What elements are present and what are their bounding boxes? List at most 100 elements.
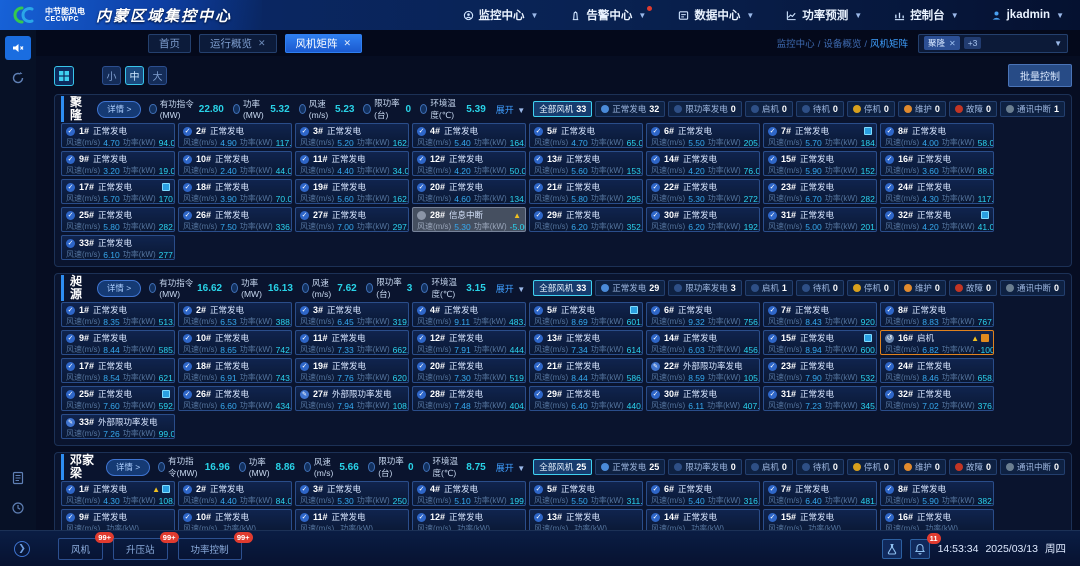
turbine-card[interactable]: 10# 正常发电 风速(m/s) 2.40 功率(kW) 44.00 [178, 151, 292, 176]
log-list-button[interactable] [5, 466, 31, 490]
menu-user-account[interactable]: jkadmin▼ [975, 0, 1080, 30]
turbine-card[interactable]: 19# 正常发电 风速(m/s) 7.76 功率(kW) 620.00 [295, 358, 409, 383]
turbine-card[interactable]: 26# 正常发电 风速(m/s) 7.50 功率(kW) 336.00 [178, 207, 292, 232]
turbine-card[interactable]: 10# 正常发电 风速(m/s) 功率(kW) [178, 509, 292, 530]
status-filter-button[interactable]: 维护 0 [898, 280, 946, 296]
turbine-card[interactable]: 14# 正常发电 风速(m/s) 4.20 功率(kW) 76.00 [646, 151, 760, 176]
turbine-card[interactable]: 12# 正常发电 风速(m/s) 4.20 功率(kW) 50.00 [412, 151, 526, 176]
substation-alarms-button[interactable]: 升压站99+ [113, 538, 168, 560]
mute-button[interactable] [5, 36, 31, 60]
turbine-card[interactable]: 30# 正常发电 风速(m/s) 6.20 功率(kW) 192.00 [646, 207, 760, 232]
turbine-card[interactable]: 3# 正常发电 风速(m/s) 5.20 功率(kW) 162.00 [295, 123, 409, 148]
turbine-card[interactable]: 8# 正常发电 风速(m/s) 4.00 功率(kW) 58.00 [880, 123, 994, 148]
expand-link[interactable]: 展开 ▼ [496, 461, 525, 474]
tab-home[interactable]: 首页 [148, 34, 191, 53]
turbine-card[interactable]: 18# 正常发电 风速(m/s) 6.91 功率(kW) 743.00 [178, 358, 292, 383]
status-filter-button[interactable]: 全部风机 33 [533, 280, 592, 296]
turbine-card[interactable]: 22# 正常发电 风速(m/s) 5.30 功率(kW) 272.00 [646, 179, 760, 204]
status-filter-button[interactable]: 停机 0 [847, 459, 895, 475]
turbine-card[interactable]: 32# 正常发电 风速(m/s) 7.02 功率(kW) 376.00 [880, 386, 994, 411]
turbine-card[interactable]: 15# 正常发电 风速(m/s) 功率(kW) [763, 509, 877, 530]
turbine-card[interactable]: 32# 正常发电 风速(m/s) 4.20 功率(kW) 41.00 [880, 207, 994, 232]
turbine-card[interactable]: 13# 正常发电 风速(m/s) 功率(kW) [529, 509, 643, 530]
turbine-card[interactable]: 33# 正常发电 风速(m/s) 6.10 功率(kW) 277.00 [61, 235, 175, 260]
turbine-card[interactable]: 13# 正常发电 风速(m/s) 5.60 功率(kW) 153.00 [529, 151, 643, 176]
turbine-card[interactable]: 6# 正常发电 风速(m/s) 5.50 功率(kW) 205.00 [646, 123, 760, 148]
status-filter-button[interactable]: 通讯中断 0 [1000, 459, 1065, 475]
turbine-card[interactable]: 15# 正常发电 风速(m/s) 8.94 功率(kW) 600.00 [763, 330, 877, 355]
turbine-card[interactable]: 6# 正常发电 风速(m/s) 9.32 功率(kW) 756.00 [646, 302, 760, 327]
turbine-card[interactable]: 29# 正常发电 风速(m/s) 6.40 功率(kW) 440.00 [529, 386, 643, 411]
breadcrumb-item[interactable]: 监控中心 [777, 39, 815, 50]
turbine-card[interactable]: 5# 正常发电 风速(m/s) 4.70 功率(kW) 65.00 [529, 123, 643, 148]
turbine-card[interactable]: 25# 正常发电 风速(m/s) 5.80 功率(kW) 282.00 [61, 207, 175, 232]
turbine-card[interactable]: 11# 正常发电 风速(m/s) 4.40 功率(kW) 34.00 [295, 151, 409, 176]
status-filter-button[interactable]: 正常发电 32 [595, 101, 665, 117]
turbine-card[interactable]: 28# 正常发电 风速(m/s) 7.48 功率(kW) 404.00 [412, 386, 526, 411]
turbine-card[interactable]: 28# 信息中断 ▲ 风速(m/s) 5.30 功率(kW) -5.00 [412, 207, 526, 232]
expand-link[interactable]: 展开 ▼ [496, 103, 525, 116]
menu-data-center[interactable]: 数据中心▼ [662, 0, 770, 30]
turbine-card[interactable]: 6# 正常发电 风速(m/s) 5.40 功率(kW) 316.00 [646, 481, 760, 506]
turbine-card[interactable]: 26# 正常发电 风速(m/s) 6.60 功率(kW) 434.00 [178, 386, 292, 411]
menu-alarm-center[interactable]: 告警中心▼ [554, 0, 662, 30]
turbine-card[interactable]: 12# 正常发电 风速(m/s) 7.91 功率(kW) 444.00 [412, 330, 526, 355]
farm-detail-button[interactable]: 详情 > [97, 280, 141, 297]
farm-detail-button[interactable]: 详情 > [97, 101, 141, 118]
turbine-card[interactable]: 9# 正常发电 风速(m/s) 功率(kW) [61, 509, 175, 530]
turbine-card[interactable]: 22# 外部限功率发电 风速(m/s) 8.59 功率(kW) 105.00 [646, 358, 760, 383]
close-icon[interactable]: ✕ [344, 38, 352, 49]
farm-filter-select[interactable]: 聚隆✕ +3 ▼ [918, 34, 1068, 53]
turbine-card[interactable]: 2# 正常发电 风速(m/s) 4.90 功率(kW) 117.00 [178, 123, 292, 148]
power-control-alarms-button[interactable]: 功率控制99+ [178, 538, 242, 560]
turbine-card[interactable]: 12# 正常发电 风速(m/s) 功率(kW) [412, 509, 526, 530]
turbine-card[interactable]: 30# 正常发电 风速(m/s) 6.11 功率(kW) 407.00 [646, 386, 760, 411]
status-filter-button[interactable]: 正常发电 29 [595, 280, 665, 296]
turbine-card[interactable]: 25# 正常发电 风速(m/s) 7.60 功率(kW) 592.00 [61, 386, 175, 411]
turbine-card[interactable]: 23# 正常发电 风速(m/s) 7.90 功率(kW) 532.00 [763, 358, 877, 383]
turbine-card[interactable]: 23# 正常发电 风速(m/s) 6.70 功率(kW) 282.00 [763, 179, 877, 204]
status-filter-button[interactable]: 维护 0 [898, 101, 946, 117]
status-filter-button[interactable]: 限功率发电 3 [668, 280, 742, 296]
collapse-toggle-button[interactable]: ❯ [14, 541, 30, 557]
turbine-card[interactable]: 31# 正常发电 风速(m/s) 5.00 功率(kW) 201.00 [763, 207, 877, 232]
status-filter-button[interactable]: 故障 0 [949, 101, 997, 117]
size-medium-button[interactable]: 中 [125, 66, 144, 85]
close-icon[interactable]: ✕ [258, 38, 266, 49]
status-filter-button[interactable]: 故障 0 [949, 459, 997, 475]
expand-link[interactable]: 展开 ▼ [496, 282, 525, 295]
turbine-card[interactable]: 15# 正常发电 风速(m/s) 5.90 功率(kW) 152.00 [763, 151, 877, 176]
turbine-card[interactable]: 21# 正常发电 风速(m/s) 8.44 功率(kW) 586.00 [529, 358, 643, 383]
turbine-card[interactable]: 2# 正常发电 风速(m/s) 6.53 功率(kW) 388.00 [178, 302, 292, 327]
status-filter-button[interactable]: 启机 0 [745, 459, 793, 475]
turbine-card[interactable]: 8# 正常发电 风速(m/s) 5.90 功率(kW) 382.00 [880, 481, 994, 506]
fan-alarms-button[interactable]: 风机99+ [58, 538, 103, 560]
menu-console[interactable]: 控制台▼ [878, 0, 974, 30]
size-small-button[interactable]: 小 [102, 66, 121, 85]
history-button[interactable] [5, 496, 31, 520]
refresh-button[interactable] [5, 66, 31, 90]
status-filter-button[interactable]: 限功率发电 0 [668, 101, 742, 117]
turbine-card[interactable]: 27# 外部限功率发电 风速(m/s) 7.94 功率(kW) 108.00 [295, 386, 409, 411]
turbine-card[interactable]: 3# 正常发电 风速(m/s) 6.45 功率(kW) 319.00 [295, 302, 409, 327]
filter-tag[interactable]: 聚隆✕ [924, 36, 960, 50]
batch-control-button[interactable]: 批量控制 [1008, 64, 1072, 87]
report-button[interactable] [882, 539, 902, 559]
status-filter-button[interactable]: 停机 0 [847, 280, 895, 296]
breadcrumb-item[interactable]: 设备概览 [823, 39, 861, 50]
turbine-card[interactable]: 24# 正常发电 风速(m/s) 4.30 功率(kW) 117.00 [880, 179, 994, 204]
turbine-card[interactable]: 4# 正常发电 风速(m/s) 5.40 功率(kW) 164.00 [412, 123, 526, 148]
turbine-card[interactable]: 1# 正常发电 风速(m/s) 8.35 功率(kW) 513.00 [61, 302, 175, 327]
status-filter-button[interactable]: 正常发电 25 [595, 459, 665, 475]
turbine-card[interactable]: 21# 正常发电 风速(m/s) 5.80 功率(kW) 295.00 [529, 179, 643, 204]
size-large-button[interactable]: 大 [148, 66, 167, 85]
menu-monitor-center[interactable]: 监控中心▼ [447, 0, 555, 30]
tab-turbine-matrix[interactable]: 风机矩阵 ✕ [285, 34, 363, 53]
status-filter-button[interactable]: 启机 1 [745, 280, 793, 296]
turbine-card[interactable]: 14# 正常发电 风速(m/s) 功率(kW) [646, 509, 760, 530]
turbine-card[interactable]: 1# 正常发电 ▲ 风速(m/s) 4.30 功率(kW) 108.00 [61, 481, 175, 506]
turbine-card[interactable]: 4# 正常发电 风速(m/s) 9.11 功率(kW) 483.00 [412, 302, 526, 327]
turbine-card[interactable]: 16# 正常发电 风速(m/s) 3.60 功率(kW) 88.00 [880, 151, 994, 176]
status-filter-button[interactable]: 通讯中断 0 [1000, 280, 1065, 296]
turbine-card[interactable]: 7# 正常发电 风速(m/s) 6.40 功率(kW) 481.00 [763, 481, 877, 506]
